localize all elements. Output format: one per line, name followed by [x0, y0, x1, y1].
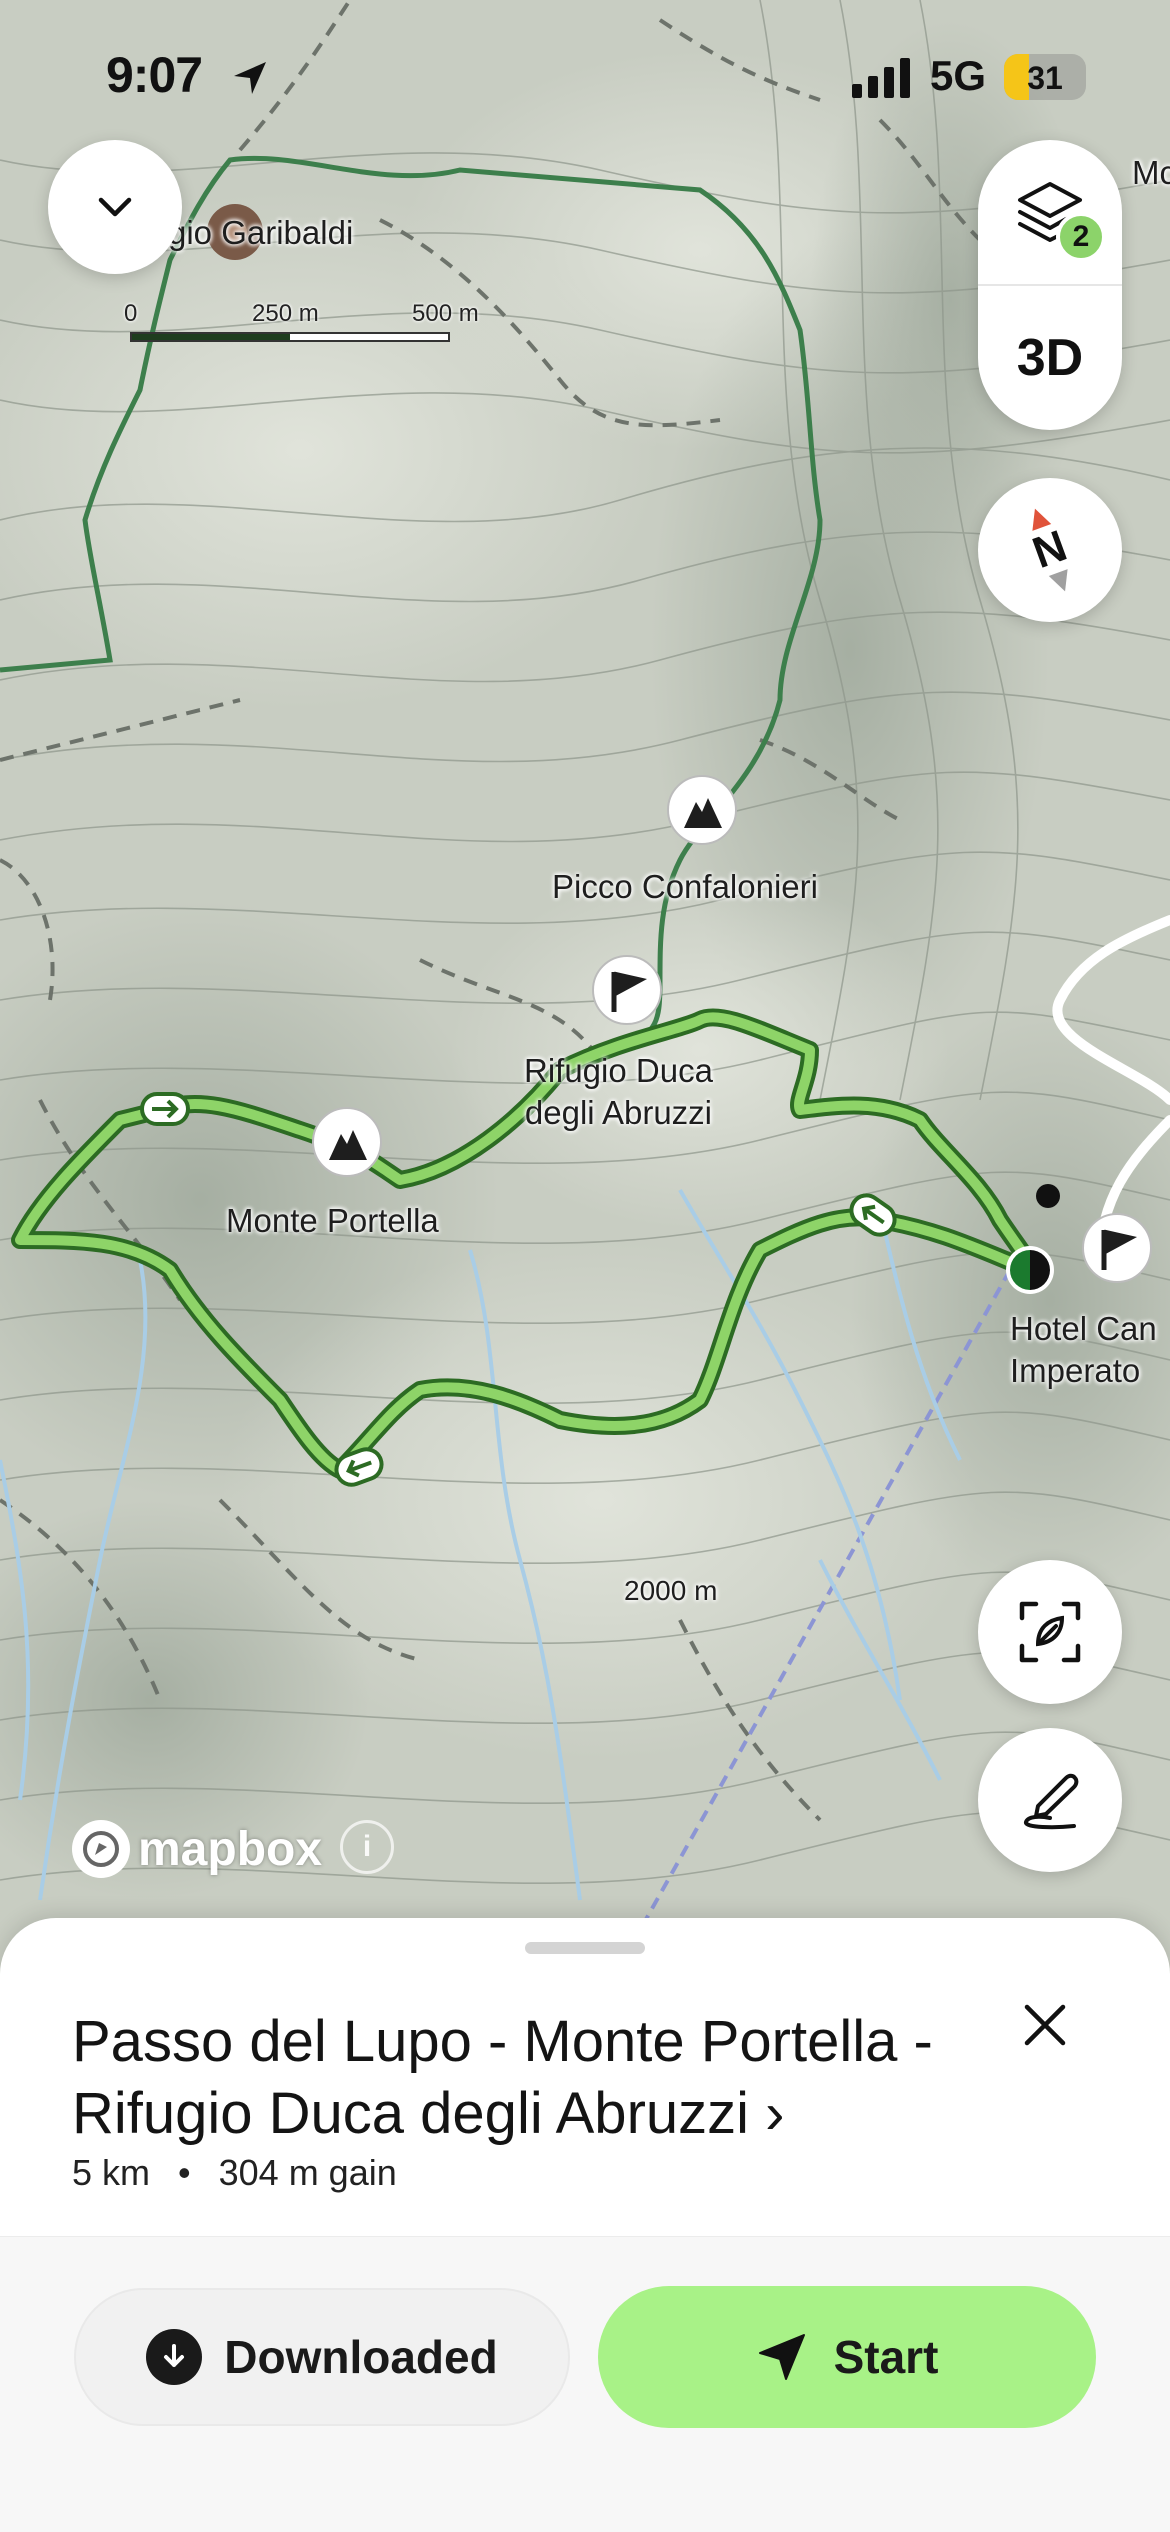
attribution-info-icon[interactable]: i: [340, 1820, 394, 1874]
map-controls-group: 2 3D: [978, 140, 1122, 430]
toggle-3d-button[interactable]: 3D: [978, 286, 1122, 430]
map-label-rifugio-duca[interactable]: Rifugio Duca degli Abruzzi: [524, 1050, 713, 1134]
refuge-pin-hotel[interactable]: [1082, 1213, 1152, 1283]
route-elevation-gain: 304 m gain: [218, 2152, 397, 2193]
route-direction-arrow: [140, 1092, 190, 1126]
recenter-button[interactable]: [978, 1560, 1122, 1704]
map-label-hotel[interactable]: Hotel Can Imperato: [1010, 1308, 1157, 1392]
close-icon: [1024, 2004, 1066, 2046]
navigation-arrow-icon: [756, 2331, 808, 2383]
battery-indicator: 31: [1004, 54, 1086, 100]
map-label-elevation: 2000 m: [624, 1575, 718, 1606]
start-button[interactable]: Start: [598, 2286, 1096, 2428]
peak-pin-portella[interactable]: [312, 1107, 382, 1177]
route-title[interactable]: Passo del Lupo - Monte Portella - Rifugi…: [72, 2006, 972, 2150]
mapbox-wordmark: mapbox: [138, 1822, 323, 1876]
collapse-button[interactable]: [48, 140, 182, 274]
map-label-monte-portella[interactable]: Monte Portella: [226, 1200, 439, 1242]
draw-route-button[interactable]: [978, 1728, 1122, 1872]
battery-percent: 31: [1027, 60, 1063, 96]
status-bar: 9:07 5G 31: [0, 0, 1170, 150]
map-label-refuge-garibaldi[interactable]: gio Garibaldi: [168, 212, 353, 254]
peak-pin-picco[interactable]: [667, 775, 737, 845]
downloaded-label: Downloaded: [224, 2331, 498, 2383]
cellular-signal-icon: [852, 58, 916, 98]
compass-button[interactable]: N: [978, 478, 1122, 622]
close-button[interactable]: [1010, 1990, 1080, 2060]
mapbox-logo[interactable]: mapbox: [72, 1820, 322, 1878]
scale-bar-line: [130, 332, 450, 342]
layers-button[interactable]: 2: [978, 140, 1122, 284]
stats-separator: •: [178, 2152, 191, 2193]
scale-label-mid: 250 m: [252, 300, 319, 327]
route-distance: 5 km: [72, 2152, 151, 2193]
map-label-corner-partial: Mc: [1132, 154, 1170, 191]
start-label: Start: [833, 2331, 939, 2383]
recenter-icon: [1019, 1601, 1081, 1663]
map-label-picco-confalonieri[interactable]: Picco Confalonieri: [552, 866, 818, 908]
poi-dot: [1036, 1184, 1060, 1208]
mapbox-mark-icon: [72, 1820, 130, 1878]
status-time: 9:07: [106, 47, 203, 103]
chevron-down-icon: [98, 197, 132, 217]
scale-label-end: 500 m: [412, 300, 479, 327]
app-screen: gio Garibaldi Mc Picco Confalonieri Rifu…: [0, 0, 1170, 2532]
sheet-drag-handle[interactable]: [525, 1942, 645, 1954]
layers-count-badge: 2: [1056, 212, 1106, 262]
network-type: 5G: [930, 52, 987, 99]
draw-route-icon: [1023, 1773, 1079, 1830]
route-start-marker[interactable]: [1006, 1246, 1054, 1294]
download-circle-icon: [146, 2329, 203, 2385]
map-scale-bar: 0 250 m 500 m: [124, 300, 490, 342]
location-arrow-icon: [228, 56, 272, 100]
scale-label-zero: 0: [124, 300, 138, 327]
downloaded-button[interactable]: Downloaded: [74, 2288, 570, 2426]
route-stats: 5 km • 304 m gain: [72, 2152, 397, 2194]
refuge-pin-duca[interactable]: [592, 955, 662, 1025]
